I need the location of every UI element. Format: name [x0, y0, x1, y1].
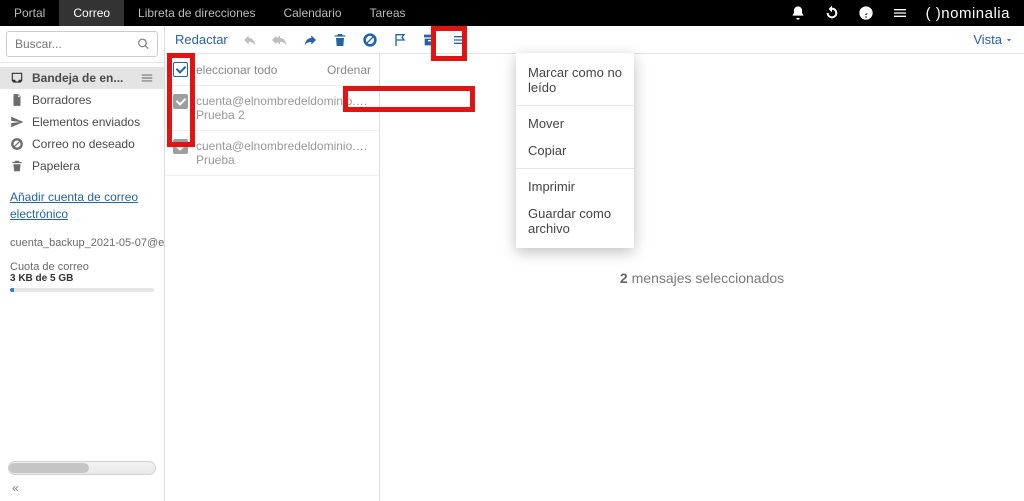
- message-from: cuenta@elnombredeldominio.com: [196, 94, 371, 108]
- folder-sent[interactable]: Elementos enviados: [0, 111, 164, 133]
- folder-spam[interactable]: Correo no deseado: [0, 133, 164, 155]
- message-checkbox[interactable]: [173, 139, 188, 154]
- message-item[interactable]: cuenta@elnombredeldominio.com Prueba: [165, 131, 379, 176]
- compose-button[interactable]: Redactar: [175, 32, 228, 47]
- trash-icon: [10, 159, 24, 173]
- toolbar: Redactar Vista Marcar como no leído Move…: [165, 26, 1024, 54]
- archive-icon[interactable]: [422, 32, 438, 48]
- more-dropdown: Marcar como no leído Mover Copiar Imprim…: [516, 53, 634, 248]
- folder-drafts[interactable]: Borradores: [0, 89, 164, 111]
- folder-label: Borradores: [32, 93, 154, 107]
- hamburger-icon[interactable]: [140, 71, 154, 85]
- message-list: eleccionar todo Ordenar cuenta@elnombred…: [165, 54, 380, 501]
- delete-icon[interactable]: [332, 32, 348, 48]
- message-subject: Prueba 2: [196, 108, 371, 122]
- ban-icon: [10, 137, 24, 151]
- tab-tareas[interactable]: Tareas: [356, 0, 420, 26]
- inbox-icon: [10, 71, 24, 85]
- selection-count: 2: [620, 270, 628, 286]
- refresh-icon[interactable]: [824, 5, 840, 21]
- topbar-actions: ( )nominalia: [790, 0, 1024, 26]
- folder-label: Correo no deseado: [32, 137, 154, 151]
- view-button[interactable]: Vista: [973, 32, 1014, 47]
- tab-correo[interactable]: Correo: [59, 0, 124, 26]
- topbar: Portal Correo Libreta de direcciones Cal…: [0, 0, 1024, 26]
- topbar-tabs: Portal Correo Libreta de direcciones Cal…: [0, 0, 420, 26]
- more-menu-icon[interactable]: [452, 32, 468, 48]
- menu-icon[interactable]: [892, 5, 908, 21]
- sidebar: Bandeja de en... Borradores Elementos en…: [0, 26, 165, 501]
- brand-logo: ( )nominalia: [926, 5, 1010, 22]
- chevron-down-icon: [1004, 35, 1014, 45]
- message-item[interactable]: cuenta@elnombredeldominio.com Prueba 2: [165, 86, 379, 131]
- tab-calendario[interactable]: Calendario: [269, 0, 355, 26]
- dd-copy[interactable]: Copiar: [516, 137, 634, 164]
- dd-save-file[interactable]: Guardar como archivo: [516, 200, 634, 242]
- collapse-sidebar-icon[interactable]: «: [8, 481, 156, 495]
- list-header: eleccionar todo Ordenar: [165, 54, 379, 86]
- search-wrap: [0, 26, 164, 63]
- quota-title: Cuota de correo: [10, 261, 154, 273]
- account-name[interactable]: cuenta_backup_2021-05-07@elnom: [0, 231, 164, 255]
- dd-print[interactable]: Imprimir: [516, 173, 634, 200]
- preview-pane: 2mensajes seleccionados: [380, 54, 1024, 501]
- flag-icon[interactable]: [392, 32, 408, 48]
- tab-portal[interactable]: Portal: [0, 0, 59, 26]
- forward-icon[interactable]: [302, 32, 318, 48]
- select-all-label: eleccionar todo: [196, 63, 277, 77]
- folder-label: Bandeja de en...: [32, 71, 132, 85]
- sidebar-scrollbar[interactable]: [8, 461, 156, 475]
- send-icon: [10, 115, 24, 129]
- search-input[interactable]: [6, 31, 158, 57]
- search-icon[interactable]: [137, 38, 150, 51]
- quota-block: Cuota de correo 3 KB de 5 GB: [0, 255, 164, 292]
- message-from: cuenta@elnombredeldominio.com: [196, 139, 371, 153]
- message-subject: Prueba: [196, 153, 371, 167]
- folder-label: Papelera: [32, 159, 154, 173]
- quota-bar: [10, 288, 154, 292]
- workarea: Redactar Vista Marcar como no leído Move…: [165, 26, 1024, 501]
- folder-label: Elementos enviados: [32, 115, 154, 129]
- reply-icon[interactable]: [242, 32, 258, 48]
- bell-icon[interactable]: [790, 5, 806, 21]
- folder-trash[interactable]: Papelera: [0, 155, 164, 177]
- message-checkbox[interactable]: [173, 94, 188, 109]
- folder-inbox[interactable]: Bandeja de en...: [0, 67, 164, 89]
- add-account-link[interactable]: Añadir cuenta de correo electrónico: [0, 181, 164, 231]
- dd-move[interactable]: Mover: [516, 110, 634, 137]
- sort-button[interactable]: Ordenar: [327, 63, 371, 77]
- select-all-checkbox[interactable]: [173, 62, 188, 77]
- spam-icon[interactable]: [362, 32, 378, 48]
- folder-list: Bandeja de en... Borradores Elementos en…: [0, 63, 164, 181]
- dd-mark-unread[interactable]: Marcar como no leído: [516, 59, 634, 101]
- selection-text: mensajes seleccionados: [632, 270, 785, 286]
- reply-all-icon[interactable]: [272, 32, 288, 48]
- help-icon[interactable]: [858, 5, 874, 21]
- quota-text: 3 KB de 5 GB: [10, 273, 154, 284]
- file-icon: [10, 93, 24, 107]
- tab-libreta[interactable]: Libreta de direcciones: [124, 0, 269, 26]
